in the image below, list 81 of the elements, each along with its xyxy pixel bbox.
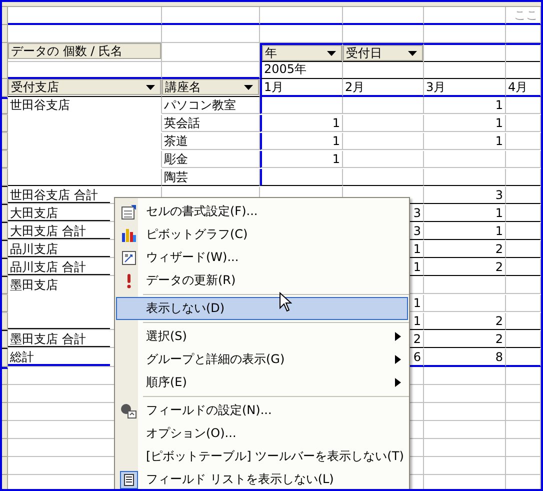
count-value: 3	[495, 188, 503, 202]
branch-label: 墨田支店 合計	[10, 332, 86, 346]
row-field-dropdown[interactable]: 受付支店	[8, 79, 161, 95]
wizard-icon	[120, 250, 136, 266]
count-value: 2	[413, 332, 421, 346]
menu-item[interactable]: 選択(S)	[116, 325, 408, 348]
menu-item[interactable]: ピボットグラフ(C)	[116, 223, 408, 246]
menu-item[interactable]: セルの書式設定(F)...	[116, 200, 408, 223]
table-cell	[506, 61, 541, 79]
bar-chart-icon	[120, 226, 136, 242]
mouse-pointer-icon	[279, 292, 292, 312]
count-value: 1	[495, 224, 503, 238]
table-cell: 4月	[506, 79, 541, 97]
count-value: 3	[413, 206, 421, 220]
count-value: 1	[332, 134, 340, 148]
table-cell: 3月	[424, 79, 506, 97]
caret-icon	[146, 84, 155, 90]
count-value: 1	[413, 260, 421, 274]
exclamation-icon	[126, 272, 132, 288]
count-value: 6	[413, 350, 421, 364]
count-value: 2	[495, 242, 503, 256]
column-field-dropdown[interactable]: 受付日	[343, 45, 423, 61]
branch-label: 世田谷支店	[10, 98, 70, 112]
branch-label: 品川支店 合計	[10, 260, 86, 274]
row-field-dropdown[interactable]: 講座名	[162, 79, 259, 95]
count-value: 3	[413, 224, 421, 238]
menu-item[interactable]: フィールドの設定(N)...	[116, 399, 408, 422]
table-cell	[506, 295, 541, 312]
count-value: 1	[495, 98, 503, 112]
count-value: 1	[332, 116, 340, 130]
count-value: 1	[413, 296, 421, 310]
count-value: 1	[413, 314, 421, 328]
menu-item[interactable]: グループと詳細の表示(G)	[116, 348, 408, 371]
caret-icon	[327, 50, 336, 56]
course-label: 陶芸	[164, 170, 188, 184]
format-cells-icon	[120, 204, 136, 220]
menu-item[interactable]: [ピボットテーブル] ツールバーを表示しない(T)	[116, 445, 408, 468]
menu-item[interactable]: データの更新(R)	[116, 269, 408, 292]
column-field-dropdown[interactable]: 年	[262, 45, 342, 61]
caret-icon	[408, 50, 417, 56]
table-cell	[506, 277, 541, 294]
caret-icon	[244, 84, 253, 90]
count-value: 1	[495, 116, 503, 130]
count-value: 8	[495, 350, 503, 364]
table-cell	[506, 367, 541, 385]
branch-label: 墨田支店	[10, 278, 58, 292]
menu-item[interactable]: オプション(O)...	[116, 422, 408, 445]
branch-label: 大田支店	[10, 206, 58, 220]
branch-label: 世田谷支店 合計	[10, 188, 98, 202]
table-cell: 2005年	[260, 61, 343, 79]
table-cell: 1月	[260, 79, 343, 97]
data-field-button[interactable]: データの 個数 / 氏名	[8, 43, 161, 59]
menu-item[interactable]: 順序(E)	[116, 371, 408, 394]
menu-item[interactable]: ウィザード(W)...	[116, 246, 408, 269]
count-value: 1	[495, 134, 503, 148]
table-cell	[506, 439, 541, 457]
menu-item[interactable]: 表示しない(D)	[116, 297, 408, 320]
branch-label: 大田支店 合計	[10, 224, 86, 238]
count-value: 2	[495, 260, 503, 274]
table-cell	[506, 169, 541, 186]
table-cell	[506, 457, 541, 475]
course-label: パソコン教室	[164, 98, 236, 112]
table-cell	[506, 151, 541, 168]
table-cell	[506, 403, 541, 421]
table-cell: 2月	[343, 79, 424, 97]
branch-label: 品川支店	[10, 242, 58, 256]
field-settings-icon	[120, 402, 137, 418]
count-value: 1	[413, 242, 421, 256]
count-value: 2	[495, 314, 503, 328]
table-cell	[506, 385, 541, 403]
course-label: 茶道	[164, 134, 188, 148]
count-value: 2	[495, 332, 503, 346]
count-value: 1	[332, 152, 340, 166]
count-value: 1	[495, 206, 503, 220]
branch-label: 総計	[10, 350, 34, 364]
course-label: 彫金	[164, 152, 188, 166]
table-cell: ここ	[506, 7, 541, 25]
course-label: 英会話	[164, 116, 200, 130]
menu-item[interactable]: フィールド リストを表示しない(L)	[116, 468, 408, 489]
table-cell	[506, 421, 541, 439]
table-cell	[506, 25, 541, 43]
